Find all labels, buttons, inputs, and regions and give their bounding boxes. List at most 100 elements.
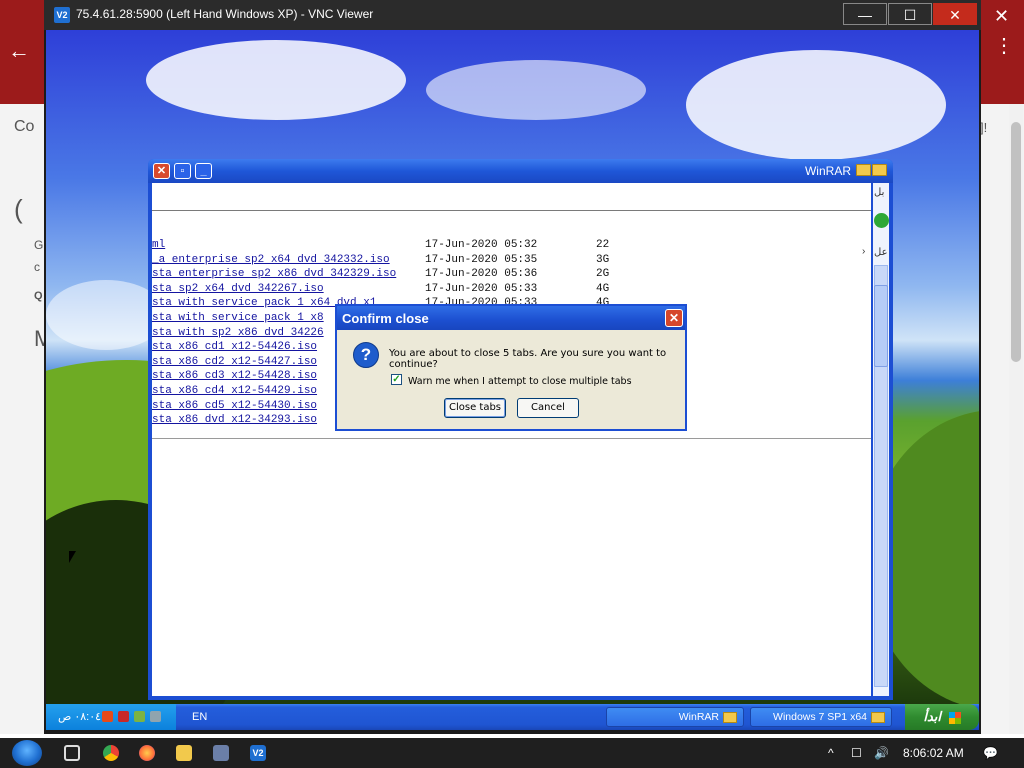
file-list-row[interactable]: sta sp2 x64 dvd 342267.iso 17-Jun-2020 05… [152,282,871,297]
taskbar-item-windows7[interactable]: Windows 7 SP1 x64 [750,707,892,727]
host-text-fragment: Q [34,290,43,302]
side-panel-text: بل [874,187,885,198]
dialog-title: Confirm close [342,311,429,326]
confirm-close-dialog: Confirm close ✕ ? You are about to close… [335,304,687,431]
scroll-indicator: › [862,246,866,257]
folder-icon [723,712,737,723]
vnc-titlebar[interactable]: V2 75.4.61.28:5900 (Left Hand Windows XP… [44,0,981,30]
host-text-fragment: ( [14,194,23,224]
firefox-icon[interactable] [139,745,155,761]
file-name-link[interactable]: sta x86 cd2 x12-54427.iso [152,355,317,370]
cancel-button[interactable]: Cancel [517,398,579,418]
divider [152,438,871,439]
refresh-icon[interactable] [874,213,889,228]
file-name-link[interactable]: sta x86 cd5 x12-54430.iso [152,399,317,414]
windows-logo-icon [948,711,961,724]
dialog-titlebar[interactable]: Confirm close ✕ [337,306,685,330]
xp-start-button[interactable]: ابدأ [905,704,979,730]
host-scrollbar-thumb[interactable] [1011,122,1021,362]
file-name-link[interactable]: sta x86 cd3 x12-54428.iso [152,369,317,384]
show-hidden-icons-icon[interactable]: ^ [828,746,834,760]
host-text-fragment: c [34,260,40,274]
file-name-link[interactable]: sta x86 cd1 x12-54426.iso [152,340,317,355]
file-explorer-icon[interactable] [176,745,192,761]
file-date: 17-Jun-2020 05:36 [425,268,538,281]
vnc-window-title: 75.4.61.28:5900 (Left Hand Windows XP) -… [76,7,374,21]
app-icon[interactable] [213,745,229,761]
xp-taskbar: ٠٨:٠٤ ص EN WinRAR Windows 7 SP1 x64 ابدأ [46,704,979,730]
task-view-icon[interactable] [64,745,80,761]
host-scrollbar[interactable] [1009,104,1023,734]
host-taskbar: V2 ^ ☐ 🔊 8:06:02 AM 💬 [0,738,1024,768]
volume-icon[interactable] [150,711,161,722]
chrome-icon[interactable] [103,745,119,761]
language-indicator[interactable]: EN [192,711,207,723]
more-options-icon[interactable]: ⋮ [994,36,1014,56]
warn-multiple-tabs-checkbox[interactable]: ✓ [391,374,402,385]
folder-icon [872,164,887,176]
wallpaper-cloud [426,60,646,120]
vnc-maximize-button[interactable]: ☐ [888,3,932,25]
dialog-close-button[interactable]: ✕ [665,309,683,327]
file-date: 17-Jun-2020 05:32 [425,239,538,251]
file-name-link[interactable]: sta x86 cd4 x12-54429.iso [152,384,317,399]
vnc-close-button[interactable]: ✕ [933,3,977,25]
volume-icon[interactable]: 🔊 [874,746,889,760]
notification-icon[interactable]: 💬 [983,746,998,760]
file-size: 2G [596,268,610,281]
vnc-app-icon: V2 [54,7,70,23]
file-name-link[interactable]: sta sp2 x64 dvd 342267.iso [152,282,324,297]
file-date: 17-Jun-2020 05:35 [425,253,538,266]
side-panel-text: عل [874,247,888,258]
file-list-row[interactable]: sta enterprise sp2 x86 dvd 342329.iso 17-… [152,267,871,282]
winrar-side-panel[interactable]: بل عل [873,183,889,696]
winrar-restore-button[interactable]: ▫ [174,163,191,179]
host-page-left-edge: Co ( G c Q M [0,104,52,734]
close-tabs-button[interactable]: Close tabs [444,398,506,418]
network-icon[interactable]: ☐ [851,746,862,760]
folder-icon [856,164,871,176]
file-name-link[interactable]: ml [152,238,165,253]
file-name-link[interactable]: sta x86 dvd x12-34293.iso [152,413,317,428]
winrar-file-pane: ml 17-Jun-2020 05:32 22 _a enterprise sp2 x… [152,183,871,696]
taskbar-item-winrar[interactable]: WinRAR [606,707,744,727]
tray-app-icon[interactable] [102,711,113,722]
warn-multiple-tabs-label[interactable]: Warn me when I attempt to close multiple… [408,376,632,387]
wallpaper-cloud [686,50,946,160]
dialog-message: You are about to close 5 tabs. Are you s… [389,348,667,370]
start-label: ابدأ [923,709,942,724]
windows-start-button[interactable] [12,740,42,766]
winrar-minimize-button[interactable]: _ [195,163,212,179]
xp-system-tray: ٠٨:٠٤ ص [46,704,176,730]
scrollbar-thumb[interactable] [874,285,888,367]
host-text-fragment: G [34,238,44,252]
file-size: 3G [596,253,610,266]
file-name-link[interactable]: _a enterprise sp2 x64 dvd 342332.iso [152,253,390,268]
folder-icon [871,712,885,723]
winrar-title: WinRAR [804,164,851,178]
file-list-row[interactable]: _a enterprise sp2 x64 dvd 342332.iso 17-J… [152,253,871,268]
file-name-link[interactable]: sta with service pack 1 x8 [152,311,324,326]
file-list-row[interactable]: ml 17-Jun-2020 05:32 22 [152,238,871,253]
xp-clock[interactable]: ٠٨:٠٤ ص [58,710,101,723]
mouse-cursor-icon [69,551,76,563]
file-size: 4G [596,282,610,295]
file-name-link[interactable]: sta with sp2 x86 dvd 34226 [152,326,324,341]
host-close-icon[interactable]: ✕ [994,6,1009,27]
file-date: 17-Jun-2020 05:33 [425,282,538,295]
host-text-fragment: ]! [980,120,988,135]
file-size: 22 [596,239,610,251]
vnc-minimize-button[interactable]: — [843,3,887,25]
winrar-titlebar[interactable]: ✕ ▫ _ WinRAR [148,159,893,183]
winrar-close-button[interactable]: ✕ [153,163,170,179]
back-arrow-icon[interactable]: ← [8,38,30,64]
divider [152,210,871,211]
file-name-link[interactable]: sta enterprise sp2 x86 dvd 342329.iso [152,267,396,282]
security-shield-icon[interactable] [118,711,129,722]
question-icon: ? [353,342,379,368]
host-clock[interactable]: 8:06:02 AM [903,746,964,760]
taskbar-item-label: WinRAR [678,711,719,723]
host-text-fragment: Co [14,118,35,135]
vnc-viewer-taskbar-icon[interactable]: V2 [250,745,266,761]
network-icon[interactable] [134,711,145,722]
